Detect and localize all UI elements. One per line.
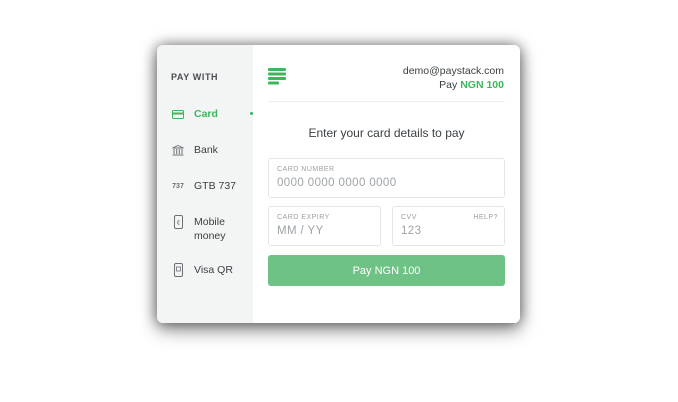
cvv-placeholder: 123 xyxy=(401,225,422,237)
sidebar-item-label: GTB 737 xyxy=(194,180,237,192)
cvv-help-link[interactable]: HELP? xyxy=(473,214,498,221)
card-icon xyxy=(171,107,185,121)
pay-label: Pay xyxy=(439,79,458,91)
card-expiry-label: CARD EXPIRY xyxy=(277,214,330,221)
sidebar-item-visa-qr[interactable]: Visa QR xyxy=(157,263,253,277)
payment-main-panel: demo@paystack.com Pay NGN 100 Enter your … xyxy=(253,45,520,323)
paystack-logo-icon xyxy=(268,68,286,90)
bank-icon xyxy=(171,143,185,157)
sidebar-item-gtb-737[interactable]: 737 GTB 737 xyxy=(157,179,253,193)
payment-modal: PAY WITH Card Bank 737 GTB 737 ₵ Mobile … xyxy=(157,45,520,323)
card-number-placeholder: 0000 0000 0000 0000 xyxy=(277,177,397,189)
ussd-icon: 737 xyxy=(172,182,184,190)
card-number-label: CARD NUMBER xyxy=(277,166,335,173)
card-expiry-placeholder: MM / YY xyxy=(277,225,324,237)
sidebar-item-bank[interactable]: Bank xyxy=(157,143,253,157)
svg-text:₵: ₵ xyxy=(176,220,180,227)
sidebar-item-card[interactable]: Card xyxy=(157,107,253,121)
sidebar-item-mobile-money[interactable]: ₵ Mobile money xyxy=(157,215,253,243)
card-number-field[interactable]: CARD NUMBER 0000 0000 0000 0000 xyxy=(268,158,505,198)
qr-phone-icon xyxy=(171,263,185,277)
amount-value: NGN 100 xyxy=(460,79,504,91)
customer-email: demo@paystack.com xyxy=(402,65,504,77)
header-divider xyxy=(268,101,505,102)
form-instruction: Enter your card details to pay xyxy=(308,126,465,140)
sidebar-item-label: Visa QR xyxy=(194,264,233,276)
sidebar-item-label: Mobile money xyxy=(194,216,226,242)
cvv-field[interactable]: CVV HELP? 123 xyxy=(392,206,505,246)
pay-button[interactable]: Pay NGN 100 xyxy=(268,255,505,286)
sidebar-item-label: Card xyxy=(194,108,218,120)
sidebar-item-label: Bank xyxy=(194,144,218,156)
pay-with-heading: PAY WITH xyxy=(171,72,219,82)
cvv-label: CVV xyxy=(401,214,417,221)
payment-method-sidebar: PAY WITH Card Bank 737 GTB 737 ₵ Mobile … xyxy=(157,45,253,323)
amount-line: Pay NGN 100 xyxy=(439,79,504,91)
mobile-money-icon: ₵ xyxy=(171,215,185,229)
card-expiry-field[interactable]: CARD EXPIRY MM / YY xyxy=(268,206,381,246)
